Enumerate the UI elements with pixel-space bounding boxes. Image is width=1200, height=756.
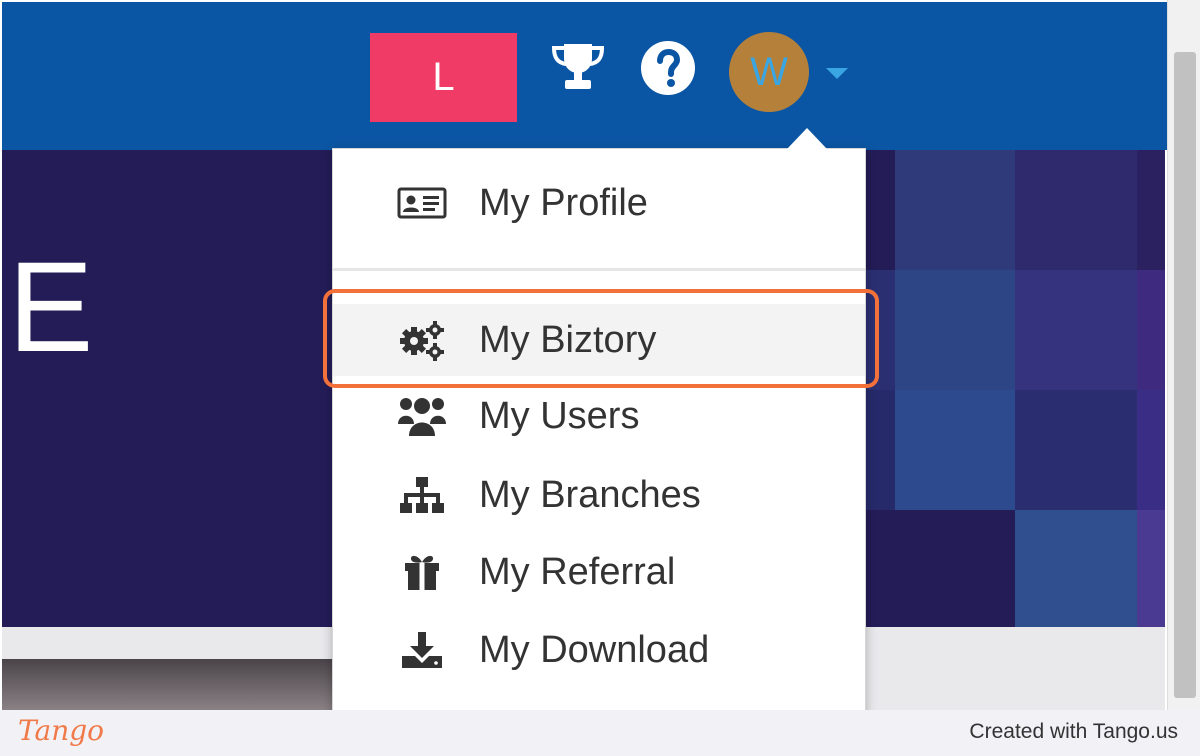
menu-item-my-profile[interactable]: My Profile [333, 167, 865, 239]
workspace-button[interactable]: L [370, 33, 517, 122]
step-highlight-box [323, 289, 879, 388]
avatar[interactable]: W [729, 32, 809, 112]
users-icon [396, 394, 448, 438]
trophy-icon[interactable] [548, 40, 608, 92]
user-dropdown-menu: My Profile My Biztory My Users My Branch… [332, 148, 866, 718]
screen: L W E My Profile My Biztory My Users My … [0, 0, 1200, 756]
menu-item-my-users[interactable]: My Users [333, 380, 865, 452]
menu-item-my-download[interactable]: My Download [333, 614, 865, 686]
scrollbar-thumb[interactable] [1174, 52, 1196, 698]
workspace-initial: L [432, 55, 455, 99]
menu-divider [333, 268, 865, 271]
hero-heading: E [8, 236, 94, 379]
menu-item-label: My Referral [479, 550, 676, 593]
menu-item-label: My Users [479, 394, 640, 437]
footer-credit: Created with Tango.us [969, 720, 1178, 743]
help-icon[interactable] [640, 40, 696, 96]
image-strip [2, 659, 332, 710]
menu-item-my-referral[interactable]: My Referral [333, 536, 865, 608]
sitemap-icon [396, 473, 448, 517]
dropdown-arrow [787, 128, 827, 149]
download-icon [396, 628, 448, 672]
caret-down-icon[interactable] [826, 68, 848, 79]
avatar-initial: W [750, 49, 788, 94]
id-card-icon [396, 181, 448, 225]
tango-logo: Tango [18, 714, 105, 747]
menu-item-my-branches[interactable]: My Branches [333, 459, 865, 531]
menu-item-label: My Download [479, 628, 710, 671]
page-scrollbar[interactable] [1167, 0, 1200, 710]
tango-footer: Tango Created with Tango.us [0, 710, 1200, 756]
menu-item-label: My Profile [479, 181, 648, 224]
gift-icon [396, 550, 448, 594]
menu-item-label: My Branches [479, 473, 701, 516]
